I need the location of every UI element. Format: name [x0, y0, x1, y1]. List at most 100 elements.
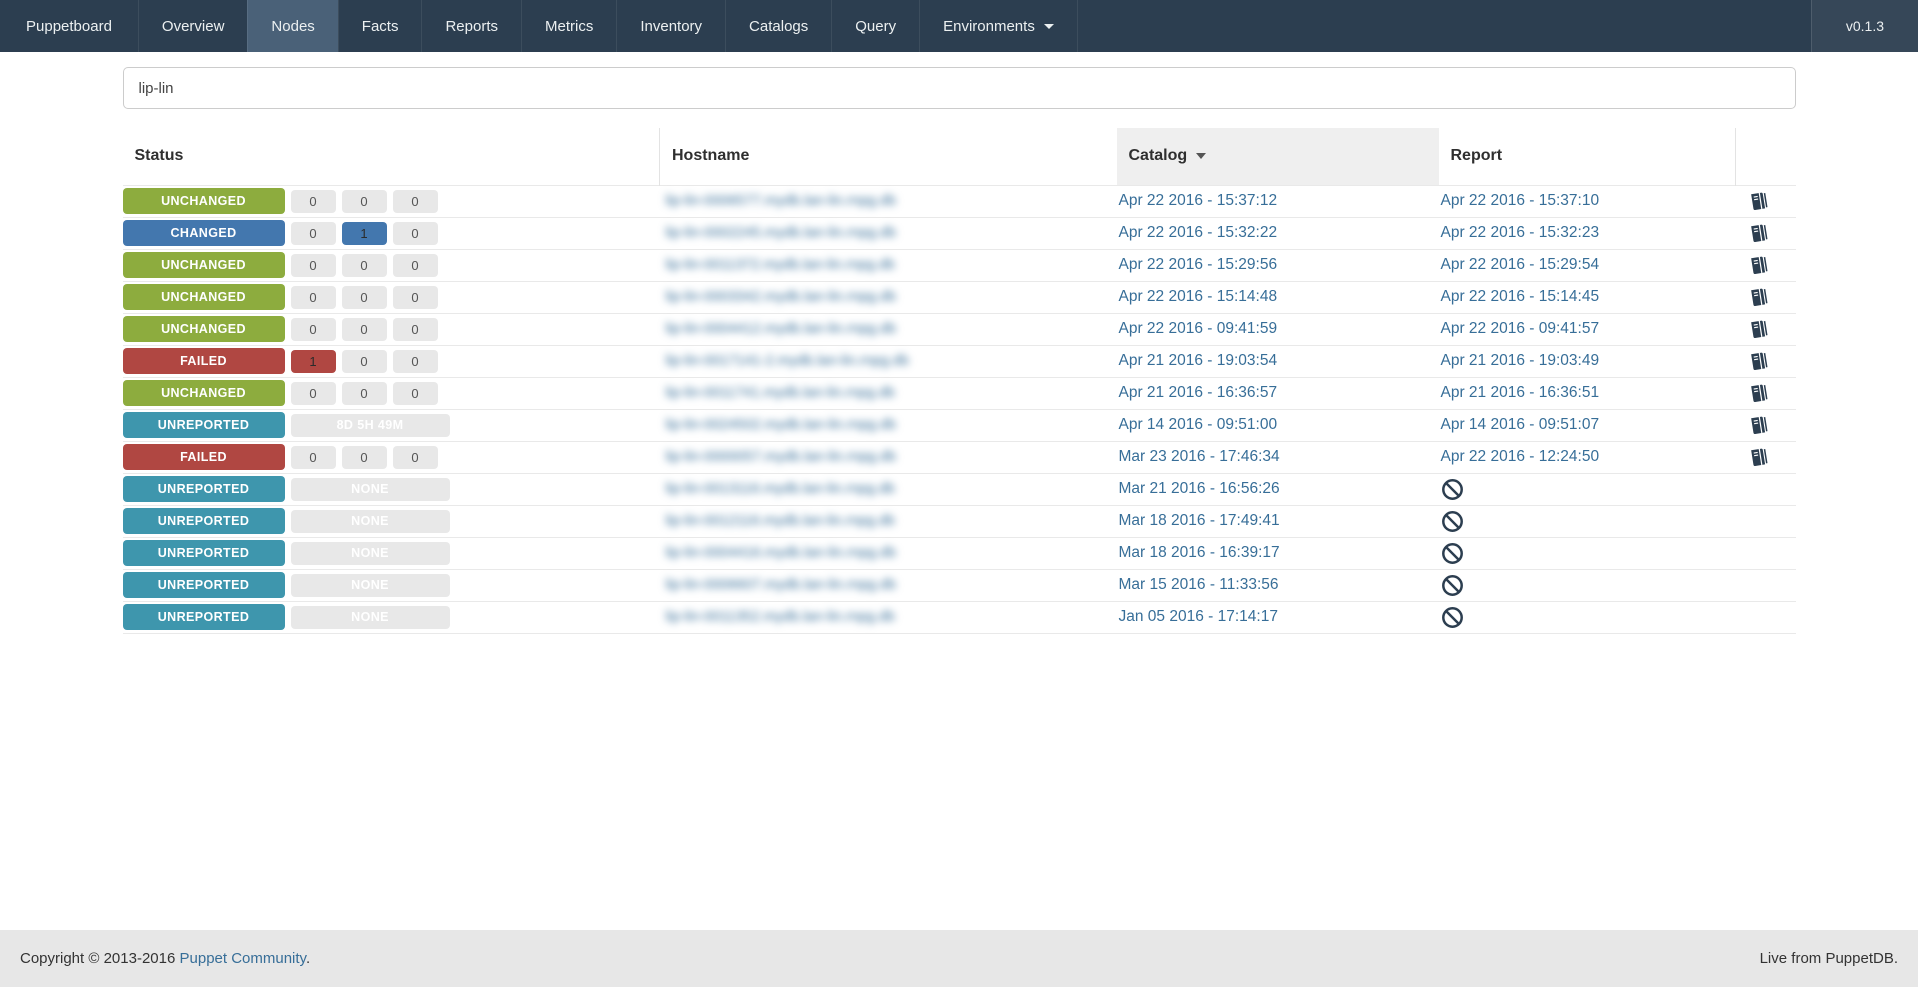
- nav-item-inventory[interactable]: Inventory: [616, 0, 725, 52]
- copyright-period: .: [305, 950, 311, 967]
- hostname-link[interactable]: lip-lin-0011741.mydb.lan-lin.rnpg.db: [666, 385, 895, 401]
- report-time-link[interactable]: Apr 21 2016 - 16:36:51: [1441, 384, 1600, 401]
- status-counter-wide: NONE: [290, 573, 450, 597]
- catalog-time-link[interactable]: Jan 05 2016 - 17:14:17: [1119, 608, 1278, 625]
- table-row: FAILED 0 0 0 lip-lin-0000057.mydb.lan-lin.r…: [122, 440, 1796, 473]
- report-time-link[interactable]: Apr 22 2016 - 15:14:45: [1441, 288, 1600, 305]
- catalog-time-link[interactable]: Mar 23 2016 - 17:46:34: [1119, 448, 1280, 465]
- report-book-icon[interactable]: [1748, 415, 1769, 436]
- table-row: UNCHANGED 0 0 0 lip-lin-0006577.mydb.lan-li…: [122, 184, 1796, 217]
- nav-item-environments-dropdown[interactable]: Environments: [919, 0, 1077, 52]
- catalog-time-link[interactable]: Apr 22 2016 - 09:41:59: [1119, 320, 1278, 337]
- hostname-link[interactable]: lip-lin-0017141-2.mydb.lan-lin.rnpg.db: [666, 353, 909, 369]
- column-header-hostname[interactable]: Hostname: [659, 128, 1117, 185]
- status-counter: 0: [290, 285, 336, 309]
- catalog-time-link[interactable]: Apr 14 2016 - 09:51:00: [1119, 416, 1278, 433]
- status-counters: 000: [290, 445, 444, 469]
- report-book-icon[interactable]: [1748, 351, 1769, 372]
- status-counter: 0: [341, 349, 387, 373]
- report-time-link[interactable]: Apr 14 2016 - 09:51:07: [1441, 416, 1600, 433]
- catalog-time-link[interactable]: Mar 21 2016 - 16:56:26: [1119, 480, 1280, 497]
- status-counters: NONE: [290, 541, 456, 565]
- hostname-link[interactable]: lip-lin-0000057.mydb.lan-lin.rnpg.db: [666, 449, 897, 465]
- status-counter: 1: [341, 221, 387, 245]
- status-counters: 000: [290, 317, 444, 341]
- status-counters: 000: [290, 285, 444, 309]
- hostname-link[interactable]: lip-lin-0024502.mydb.lan-lin.rnpg.db: [666, 417, 897, 433]
- report-book-icon[interactable]: [1748, 447, 1769, 468]
- table-row: UNREPORTED NONE lip-lin-0011352.mydb.lan-…: [122, 600, 1796, 634]
- column-header-status[interactable]: Status: [123, 128, 660, 185]
- report-book-icon[interactable]: [1748, 383, 1769, 404]
- column-header-catalog-label: Catalog: [1128, 147, 1188, 165]
- status-counter: 0: [392, 381, 438, 405]
- hostname-link[interactable]: lip-lin-0006577.mydb.lan-lin.rnpg.db: [666, 193, 897, 209]
- catalog-time-link[interactable]: Mar 15 2016 - 11:33:56: [1119, 576, 1279, 593]
- no-report-ban-icon: [1441, 478, 1464, 501]
- catalog-time-link[interactable]: Apr 21 2016 - 16:36:57: [1119, 384, 1278, 401]
- column-header-report[interactable]: Report: [1439, 128, 1736, 185]
- hostname-link[interactable]: lip-lin-0006607.mydb.lan-lin.rnpg.db: [666, 577, 897, 593]
- hostname-link[interactable]: lip-lin-0003342.mydb.lan-lin.rnpg.db: [666, 289, 897, 305]
- status-counter-wide: 8D 5H 49M: [290, 413, 450, 437]
- navbar-spacer: [1076, 0, 1811, 52]
- status-counter: 0: [392, 221, 438, 245]
- report-time-link[interactable]: Apr 22 2016 - 15:37:10: [1441, 192, 1600, 209]
- column-header-report-icon: [1735, 128, 1796, 185]
- nodes-table: Status Hostname Catalog Report UNCHANGED…: [122, 128, 1796, 634]
- report-time-link[interactable]: Apr 22 2016 - 15:32:23: [1441, 224, 1600, 241]
- status-counter-wide: NONE: [290, 477, 450, 501]
- status-badge: UNREPORTED: [122, 572, 285, 598]
- hostname-link[interactable]: lip-lin-0004412.mydb.lan-lin.rnpg.db: [666, 321, 897, 337]
- status-counter: 0: [392, 445, 438, 469]
- status-counter: 0: [392, 285, 438, 309]
- catalog-time-link[interactable]: Mar 18 2016 - 17:49:41: [1119, 512, 1280, 529]
- nav-item-facts[interactable]: Facts: [337, 0, 422, 52]
- hostname-link[interactable]: lip-lin-0011352.mydb.lan-lin.rnpg.db: [666, 609, 895, 625]
- hostname-link[interactable]: lip-lin-0004416.mydb.lan-lin.rnpg.db: [666, 545, 897, 561]
- hostname-link[interactable]: lip-lin-0013116.mydb.lan-lin.rnpg.db: [666, 481, 895, 497]
- nav-item-reports[interactable]: Reports: [421, 0, 521, 52]
- status-badge: FAILED: [122, 444, 285, 470]
- catalog-time-link[interactable]: Apr 21 2016 - 19:03:54: [1119, 352, 1278, 369]
- puppet-community-link[interactable]: Puppet Community: [180, 950, 306, 967]
- copyright-text: Copyright © 2013-2016: [20, 950, 180, 967]
- nav-item-overview[interactable]: Overview: [137, 0, 248, 52]
- status-badge: UNREPORTED: [122, 508, 285, 534]
- report-book-icon[interactable]: [1748, 319, 1769, 340]
- report-book-icon[interactable]: [1748, 255, 1769, 276]
- top-navbar: Puppetboard Overview Nodes Facts Reports Met…: [0, 0, 1918, 52]
- report-book-icon[interactable]: [1748, 287, 1769, 308]
- table-header-row: Status Hostname Catalog Report: [123, 128, 1796, 185]
- status-counter: 0: [392, 349, 438, 373]
- nav-environments-label: Environments: [943, 17, 1035, 35]
- table-row: UNCHANGED 0 0 0 lip-lin-0003342.mydb.lan-li…: [122, 280, 1796, 313]
- hostname-link[interactable]: lip-lin-0011372.mydb.lan-lin.rnpg.db: [666, 257, 895, 273]
- status-counter: 0: [341, 189, 387, 213]
- table-row: UNCHANGED 0 0 0 lip-lin-0011741.mydb.lan-li…: [122, 376, 1796, 409]
- node-search-input[interactable]: [122, 67, 1796, 109]
- nav-item-catalogs[interactable]: Catalogs: [725, 0, 831, 52]
- catalog-time-link[interactable]: Apr 22 2016 - 15:14:48: [1119, 288, 1278, 305]
- nav-item-query[interactable]: Query: [831, 0, 919, 52]
- table-row: UNCHANGED 0 0 0 lip-lin-0004412.mydb.lan-li…: [122, 312, 1796, 345]
- catalog-time-link[interactable]: Mar 18 2016 - 16:39:17: [1119, 544, 1280, 561]
- catalog-time-link[interactable]: Apr 22 2016 - 15:37:12: [1119, 192, 1278, 209]
- report-book-icon[interactable]: [1748, 223, 1769, 244]
- catalog-time-link[interactable]: Apr 22 2016 - 15:32:22: [1119, 224, 1278, 241]
- hostname-link[interactable]: lip-lin-0002245.mydb.lan-lin.rnpg.db: [666, 225, 897, 241]
- nav-item-nodes[interactable]: Nodes: [247, 0, 338, 52]
- report-time-link[interactable]: Apr 21 2016 - 19:03:49: [1441, 352, 1600, 369]
- report-book-icon[interactable]: [1748, 191, 1769, 212]
- table-row: UNREPORTED 8D 5H 49M lip-lin-0024502.mydb…: [122, 408, 1796, 441]
- column-header-catalog[interactable]: Catalog: [1116, 128, 1439, 185]
- nav-brand-puppetboard[interactable]: Puppetboard: [0, 0, 138, 52]
- catalog-time-link[interactable]: Apr 22 2016 - 15:29:56: [1119, 256, 1278, 273]
- report-time-link[interactable]: Apr 22 2016 - 12:24:50: [1441, 448, 1600, 465]
- status-counter: 0: [392, 253, 438, 277]
- status-counter-wide: NONE: [290, 509, 450, 533]
- hostname-link[interactable]: lip-lin-0012116.mydb.lan-lin.rnpg.db: [666, 513, 895, 529]
- report-time-link[interactable]: Apr 22 2016 - 09:41:57: [1441, 320, 1600, 337]
- nav-item-metrics[interactable]: Metrics: [521, 0, 616, 52]
- report-time-link[interactable]: Apr 22 2016 - 15:29:54: [1441, 256, 1600, 273]
